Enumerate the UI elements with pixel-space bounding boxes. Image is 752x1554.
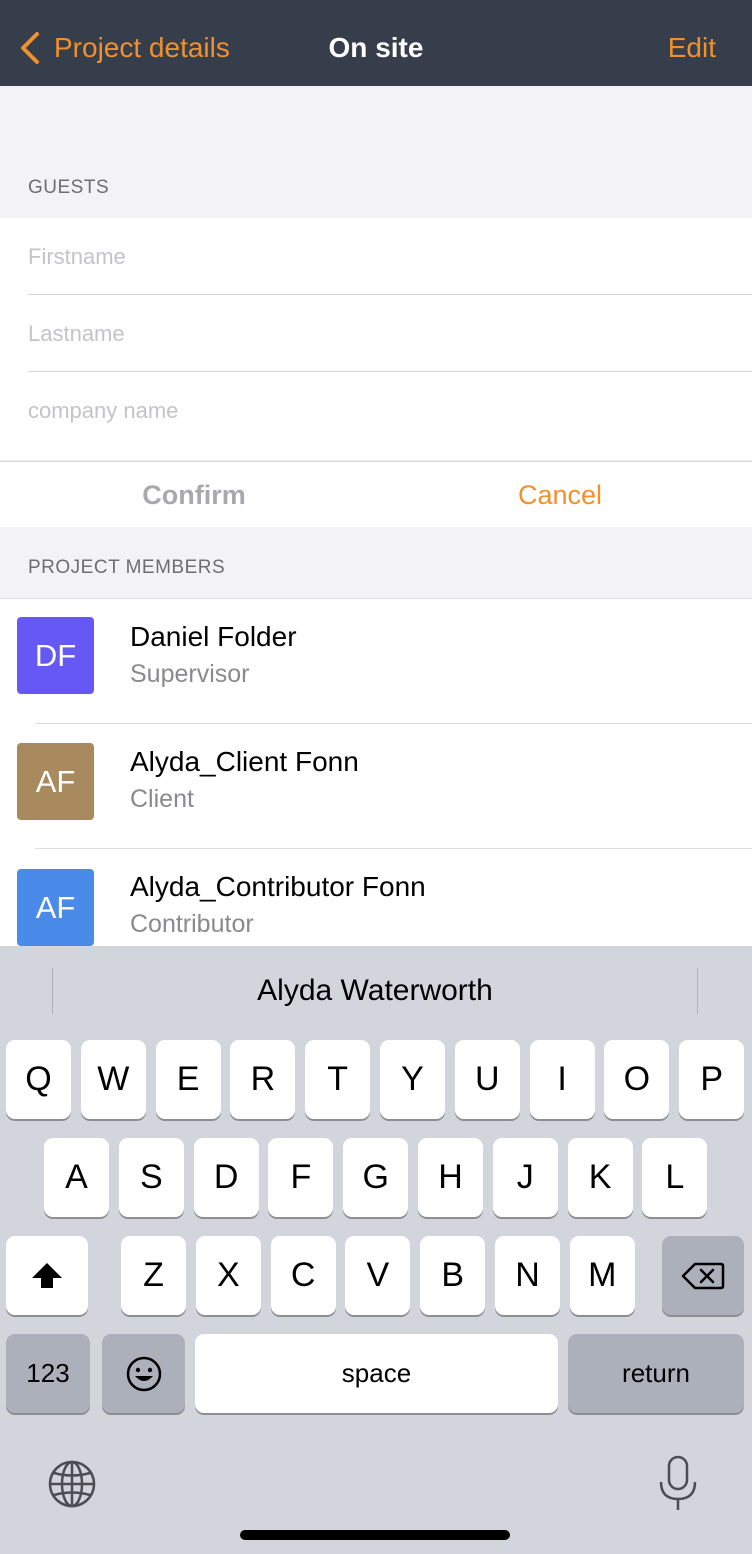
key-r[interactable]: R (230, 1040, 296, 1119)
key-j[interactable]: J (492, 1138, 558, 1217)
shift-icon (32, 1262, 62, 1288)
numbers-key[interactable]: 123 (6, 1334, 90, 1413)
keyboard: Alyda Waterworth QWERTYUIOP ASDFGHJKL ZXCV… (0, 946, 752, 1554)
cancel-button[interactable]: Cancel (372, 462, 748, 528)
member-role: Client (130, 785, 194, 813)
key-y[interactable]: Y (380, 1040, 445, 1119)
backspace-icon (681, 1262, 725, 1289)
member-name: Alyda_Client Fonn (130, 746, 359, 777)
member-name: Alyda_Contributor Fonn (130, 871, 426, 902)
member-row[interactable]: DF Daniel Folder Supervisor (0, 599, 752, 724)
key-l[interactable]: L (642, 1138, 708, 1217)
key-m[interactable]: M (569, 1236, 635, 1315)
key-k[interactable]: K (567, 1138, 633, 1217)
key-u[interactable]: U (454, 1040, 520, 1119)
member-role: Supervisor (130, 660, 250, 688)
member-role: Contributor (130, 910, 254, 938)
divider (697, 968, 698, 1014)
avatar: DF (17, 617, 94, 694)
chevron-left-icon (21, 32, 39, 64)
emoji-icon (126, 1356, 161, 1391)
key-v[interactable]: V (345, 1236, 411, 1315)
member-row[interactable]: AF Alyda_Client Fonn Client (0, 724, 752, 849)
key-b[interactable]: B (420, 1236, 486, 1315)
firstname-field[interactable] (28, 218, 752, 295)
guests-section-header: GUESTS (28, 177, 110, 198)
key-n[interactable]: N (495, 1236, 560, 1315)
key-w[interactable]: W (80, 1040, 146, 1119)
key-d[interactable]: D (193, 1138, 259, 1217)
confirm-button[interactable]: Confirm (6, 462, 382, 528)
microphone-icon[interactable] (656, 1454, 700, 1514)
avatar: AF (17, 743, 94, 820)
emoji-key[interactable] (102, 1334, 185, 1413)
key-t[interactable]: T (305, 1040, 371, 1119)
globe-icon[interactable] (44, 1456, 100, 1512)
shift-key[interactable] (6, 1236, 88, 1315)
key-c[interactable]: C (270, 1236, 336, 1315)
key-e[interactable]: E (155, 1040, 221, 1119)
key-o[interactable]: O (604, 1040, 670, 1119)
navigation-bar: Project details On site Edit (0, 0, 752, 86)
key-a[interactable]: A (44, 1138, 109, 1217)
key-s[interactable]: S (118, 1138, 184, 1217)
key-f[interactable]: F (268, 1138, 334, 1217)
home-indicator[interactable] (240, 1530, 510, 1540)
project-members-list: DF Daniel Folder Supervisor AF Alyda_Cli… (0, 598, 752, 946)
key-z[interactable]: Z (121, 1236, 186, 1315)
return-key[interactable]: return (568, 1334, 744, 1413)
space-key[interactable]: space (195, 1334, 558, 1413)
company-name-field[interactable] (28, 372, 752, 449)
back-button[interactable]: Project details (18, 0, 230, 96)
guest-form (0, 218, 752, 460)
avatar: AF (17, 869, 94, 946)
backspace-key[interactable] (662, 1236, 744, 1315)
key-h[interactable]: H (418, 1138, 483, 1217)
key-x[interactable]: X (195, 1236, 261, 1315)
key-p[interactable]: P (679, 1040, 745, 1119)
key-g[interactable]: G (343, 1138, 409, 1217)
suggestion-word[interactable]: Alyda Waterworth (53, 946, 697, 1036)
edit-button[interactable]: Edit (668, 0, 716, 96)
project-members-section-header: PROJECT MEMBERS (28, 557, 226, 578)
member-row[interactable]: AF Alyda_Contributor Fonn Contributor (0, 849, 752, 946)
key-i[interactable]: I (529, 1040, 595, 1119)
lastname-field[interactable] (28, 295, 752, 372)
guest-form-actions: Confirm Cancel (0, 461, 752, 527)
key-q[interactable]: Q (6, 1040, 71, 1119)
member-name: Daniel Folder (130, 621, 297, 652)
back-label: Project details (54, 32, 230, 63)
suggestion-bar: Alyda Waterworth (0, 946, 752, 1036)
